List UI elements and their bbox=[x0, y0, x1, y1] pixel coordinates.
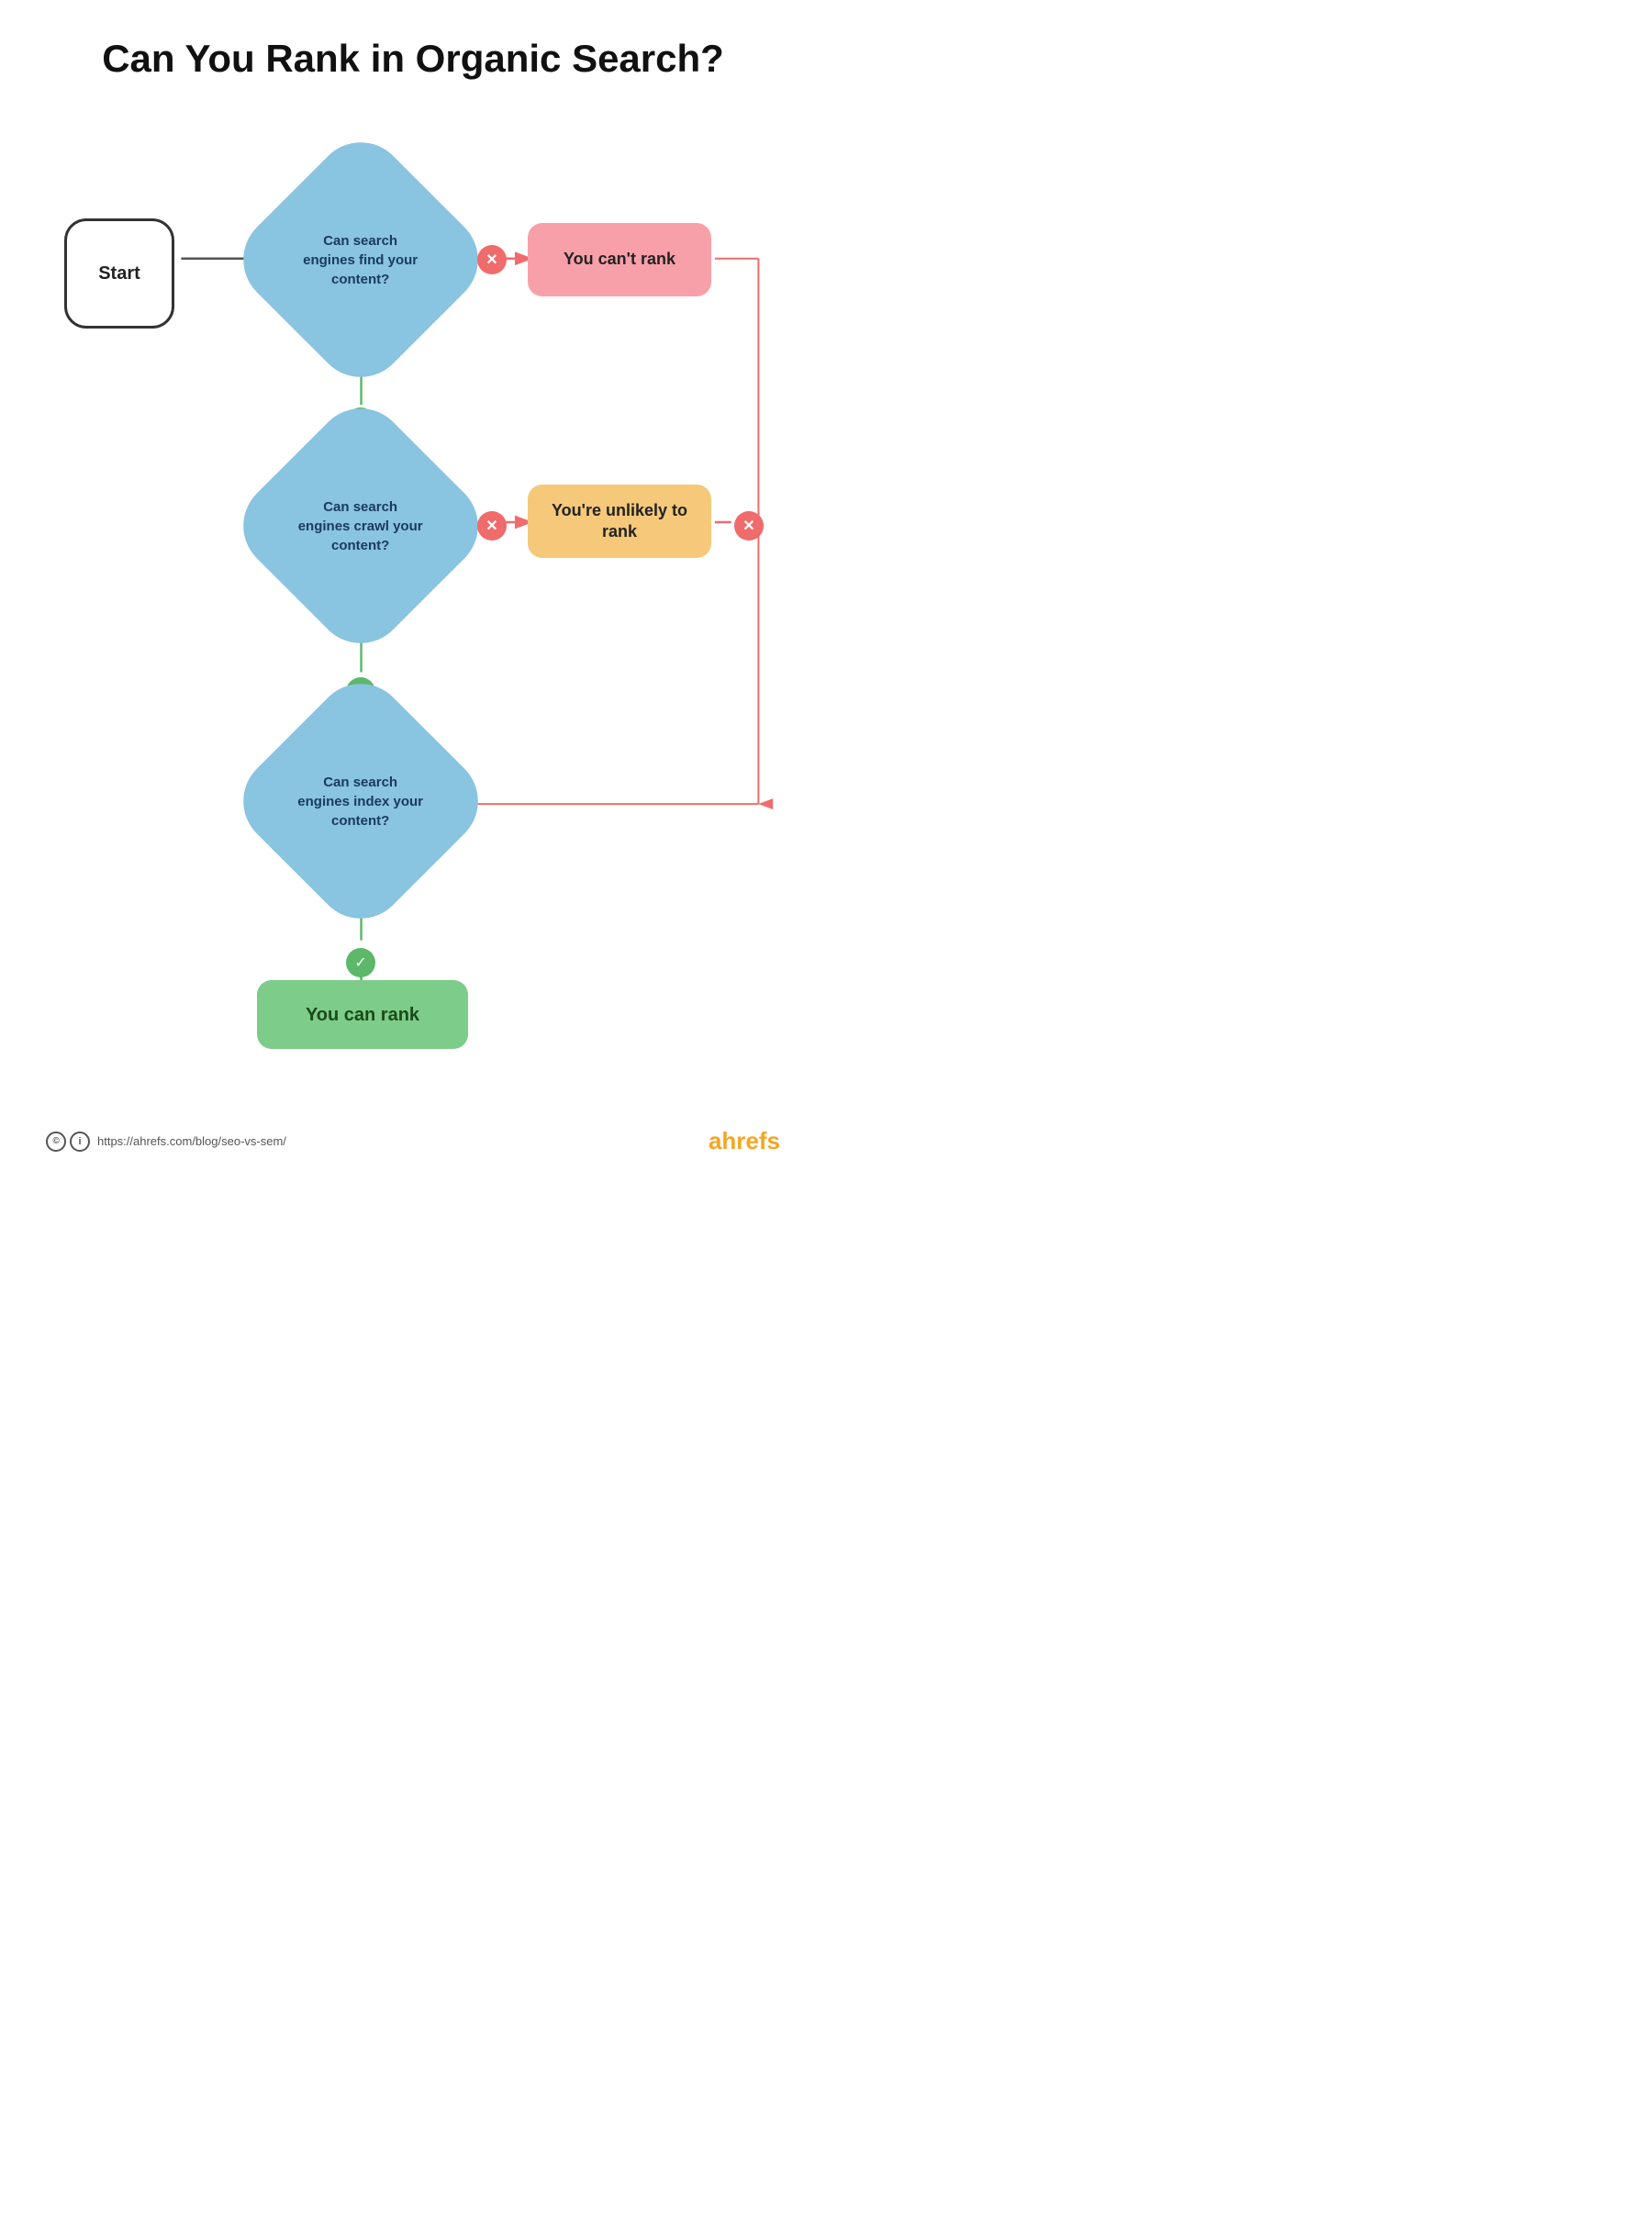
unlikely-rank-box: You're unlikely to rank bbox=[528, 485, 711, 558]
x-circle-crawl: ✕ bbox=[477, 511, 507, 541]
x-circle-right-rail: ✕ bbox=[734, 511, 764, 541]
footer-url: https://ahrefs.com/blog/seo-vs-sem/ bbox=[97, 1134, 286, 1148]
footer-left: © i https://ahrefs.com/blog/seo-vs-sem/ bbox=[46, 1132, 286, 1152]
diamond-index-text: Can search engines index your content? bbox=[287, 764, 434, 840]
info-icon: i bbox=[70, 1132, 90, 1152]
diamond-crawl: Can search engines crawl your content? bbox=[225, 390, 497, 663]
cc-icon: © bbox=[46, 1132, 66, 1152]
check-circle-3: ✓ bbox=[346, 948, 375, 977]
ahrefs-logo: ahrefs bbox=[709, 1127, 780, 1155]
footer-icons: © i bbox=[46, 1132, 90, 1152]
flowchart: Start Can search engines find your conte… bbox=[37, 136, 789, 1099]
diamond-find-text: Can search engines find your content? bbox=[287, 222, 434, 298]
x-circle-find: ✕ bbox=[477, 245, 507, 274]
diamond-index: Can search engines index your content? bbox=[225, 665, 497, 938]
cant-rank-box: You can't rank bbox=[528, 223, 711, 296]
page-wrapper: Can You Rank in Organic Search? bbox=[0, 0, 826, 1210]
page-title: Can You Rank in Organic Search? bbox=[37, 37, 789, 81]
diamond-find: Can search engines find your content? bbox=[225, 124, 497, 396]
footer: © i https://ahrefs.com/blog/seo-vs-sem/ … bbox=[37, 1127, 789, 1155]
diamond-crawl-text: Can search engines crawl your content? bbox=[287, 488, 434, 564]
can-rank-box: You can rank bbox=[257, 980, 468, 1049]
start-node: Start bbox=[64, 218, 174, 329]
